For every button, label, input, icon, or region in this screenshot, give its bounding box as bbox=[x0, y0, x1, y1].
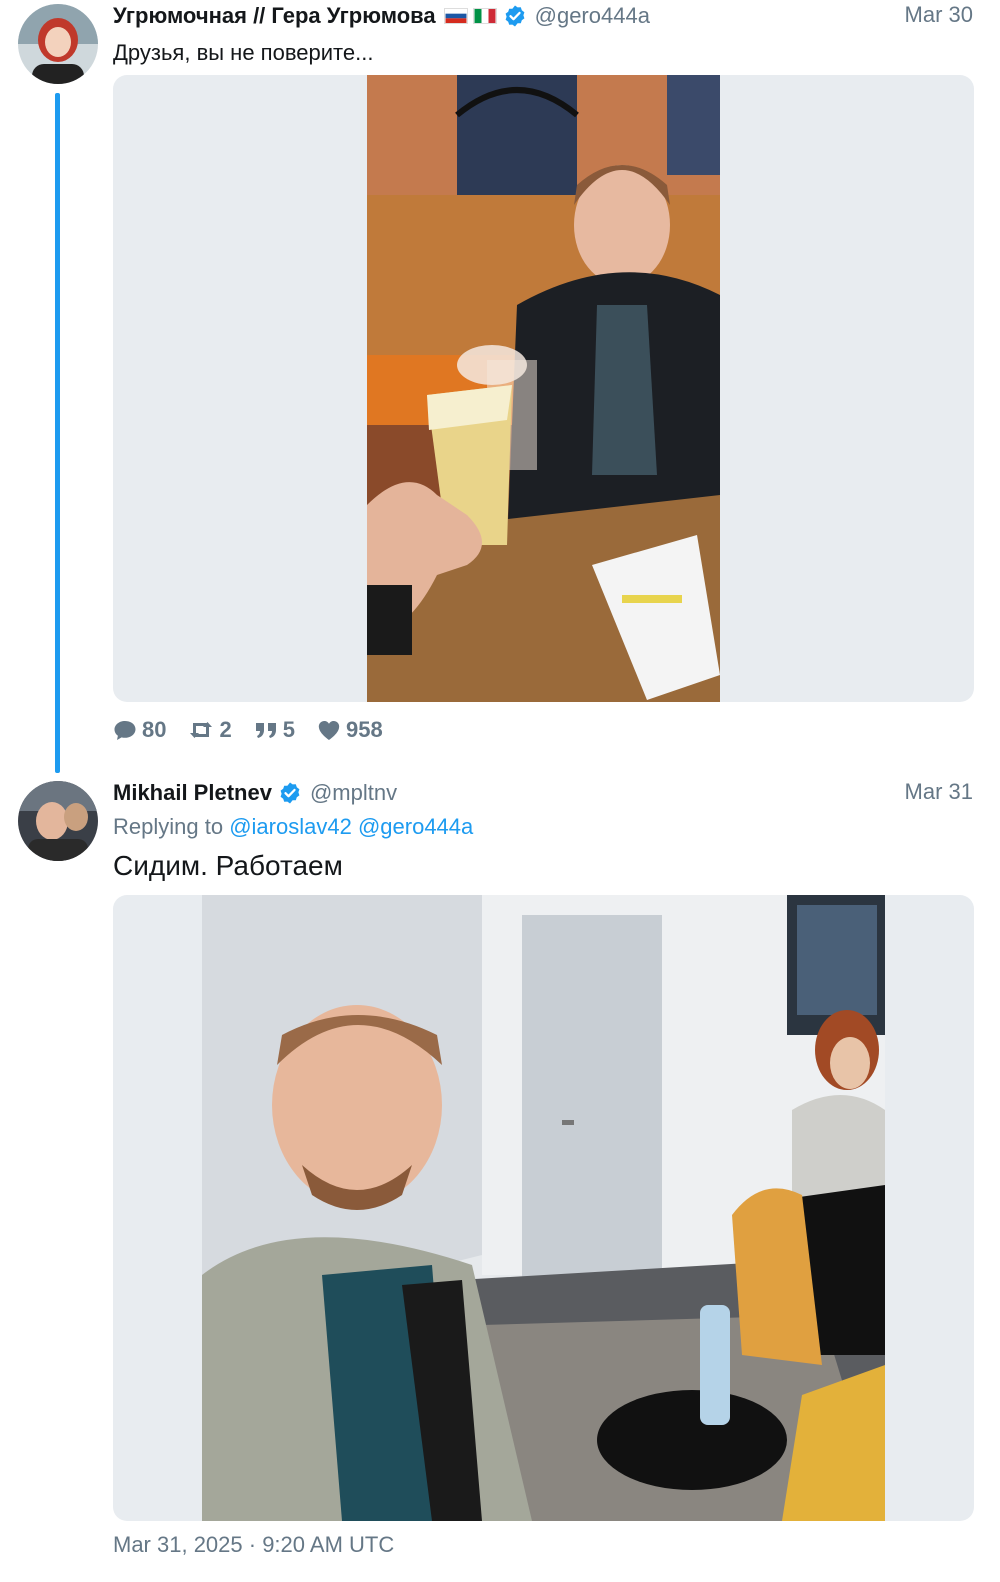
author-name[interactable]: Угрюмочная // Гера Угрюмова bbox=[113, 3, 436, 29]
like-count-value: 958 bbox=[345, 717, 383, 742]
tweet-date[interactable]: Mar 30 bbox=[905, 2, 973, 28]
author-handle[interactable]: @mpltnv bbox=[310, 780, 397, 806]
tweet-timestamp[interactable]: Mar 31, 2025 · 9:20 AM UTC bbox=[113, 1532, 394, 1558]
author-avatar[interactable] bbox=[18, 4, 98, 84]
thread-line bbox=[55, 93, 60, 773]
tweet-media[interactable] bbox=[113, 75, 974, 702]
quote-icon bbox=[255, 723, 276, 738]
mention-link[interactable]: @iaroslav42 bbox=[229, 814, 352, 839]
author-name-row: Mikhail Pletnev @mpltnv bbox=[113, 778, 397, 808]
retweet-count[interactable]: 2 bbox=[188, 717, 232, 743]
mention-link[interactable]: @gero444a bbox=[358, 814, 473, 839]
beer-photo[interactable] bbox=[367, 75, 720, 702]
author-handle[interactable]: @gero444a bbox=[535, 3, 650, 29]
tweet-date[interactable]: Mar 31 bbox=[905, 779, 973, 805]
tweet-text: Сидим. Работаем bbox=[113, 850, 343, 881]
like-count[interactable]: 958 bbox=[317, 717, 383, 743]
tweet-stats: 80 2 5 958 bbox=[113, 716, 405, 744]
office-photo[interactable] bbox=[202, 895, 885, 1521]
replying-to: Replying to @iaroslav42 @gero444a bbox=[113, 814, 473, 840]
quote-count-value: 5 bbox=[282, 717, 295, 742]
retweet-count-value: 2 bbox=[219, 717, 232, 742]
flag-italy-icon bbox=[472, 8, 497, 24]
heart-icon bbox=[318, 721, 340, 740]
author-name-row: Угрюмочная // Гера Угрюмова @gero444a bbox=[113, 1, 650, 31]
tweet-text: Друзья, вы не поверите... bbox=[113, 40, 374, 65]
flag-russia-icon bbox=[443, 8, 468, 24]
tweet-media[interactable] bbox=[113, 895, 974, 1521]
verified-icon bbox=[280, 782, 300, 804]
reply-count-value: 80 bbox=[142, 717, 167, 742]
verified-icon bbox=[505, 5, 525, 27]
quote-count[interactable]: 5 bbox=[254, 717, 295, 743]
retweet-icon bbox=[190, 722, 213, 738]
author-avatar[interactable] bbox=[18, 781, 98, 861]
replying-to-label: Replying to bbox=[113, 814, 224, 839]
author-name[interactable]: Mikhail Pletnev bbox=[113, 780, 272, 806]
comment-icon bbox=[114, 721, 136, 740]
reply-count[interactable]: 80 bbox=[113, 717, 166, 743]
